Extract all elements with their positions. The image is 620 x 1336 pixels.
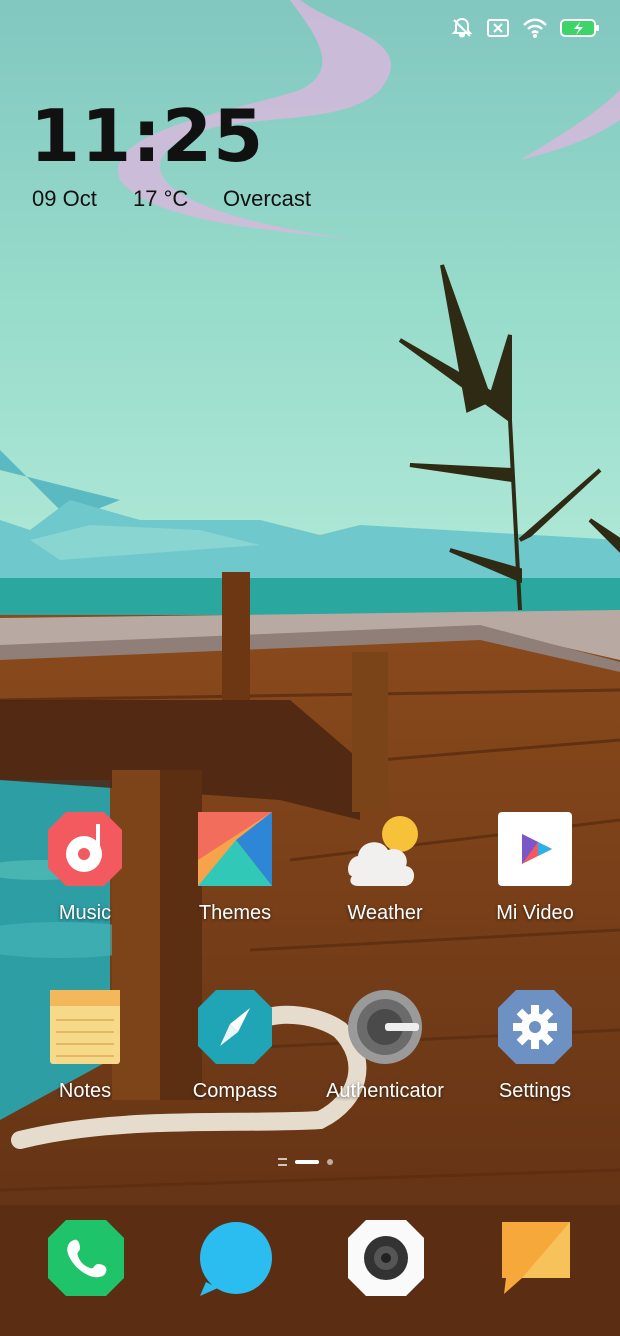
app-label: Compass [192, 1080, 278, 1102]
app-label: Authenticator [326, 1080, 444, 1102]
page-list-icon[interactable] [278, 1158, 287, 1166]
app-label: Music [58, 902, 112, 924]
notes-icon [46, 988, 124, 1066]
bell-off-icon [450, 16, 474, 40]
page-dot-active[interactable] [295, 1160, 319, 1164]
video-play-icon [496, 810, 574, 888]
clock-time[interactable]: 11:25 [30, 100, 264, 172]
weather-icon [346, 810, 424, 888]
chat-icon[interactable] [496, 1218, 576, 1298]
battery-charging-icon [560, 17, 600, 39]
compass-icon [196, 988, 274, 1066]
themes-icon [196, 810, 274, 888]
app-label: Mi Video [496, 902, 574, 924]
app-compass[interactable]: Compass [160, 988, 310, 1103]
app-label: Themes [198, 902, 272, 924]
app-settings[interactable]: Settings [460, 988, 610, 1103]
wifi-icon [522, 17, 548, 39]
app-mi-video[interactable]: Mi Video [460, 810, 610, 925]
app-label: Weather [347, 902, 423, 924]
music-icon [46, 810, 124, 888]
app-label: Notes [58, 1080, 112, 1102]
phone-icon[interactable] [46, 1218, 126, 1298]
page-indicator[interactable] [278, 1158, 333, 1166]
app-authenticator[interactable]: Authenticator [310, 988, 460, 1103]
status-bar [450, 14, 600, 42]
weather-temperature[interactable]: 17 °C [133, 186, 188, 212]
app-notes[interactable]: Notes [10, 988, 160, 1103]
weather-condition[interactable]: Overcast [223, 186, 311, 212]
home-screen: 11:25 09 Oct 17 °C Overcast Music Themes… [0, 0, 620, 1336]
app-themes[interactable]: Themes [160, 810, 310, 925]
page-dot[interactable] [327, 1159, 333, 1165]
app-weather[interactable]: Weather [310, 810, 460, 925]
authenticator-icon [346, 988, 424, 1066]
no-sim-icon [486, 17, 510, 39]
app-music[interactable]: Music [10, 810, 160, 925]
clock-date[interactable]: 09 Oct [32, 186, 97, 212]
app-label: Settings [498, 1080, 572, 1102]
gear-icon [496, 988, 574, 1066]
camera-icon[interactable] [346, 1218, 426, 1298]
messaging-icon[interactable] [196, 1218, 276, 1298]
